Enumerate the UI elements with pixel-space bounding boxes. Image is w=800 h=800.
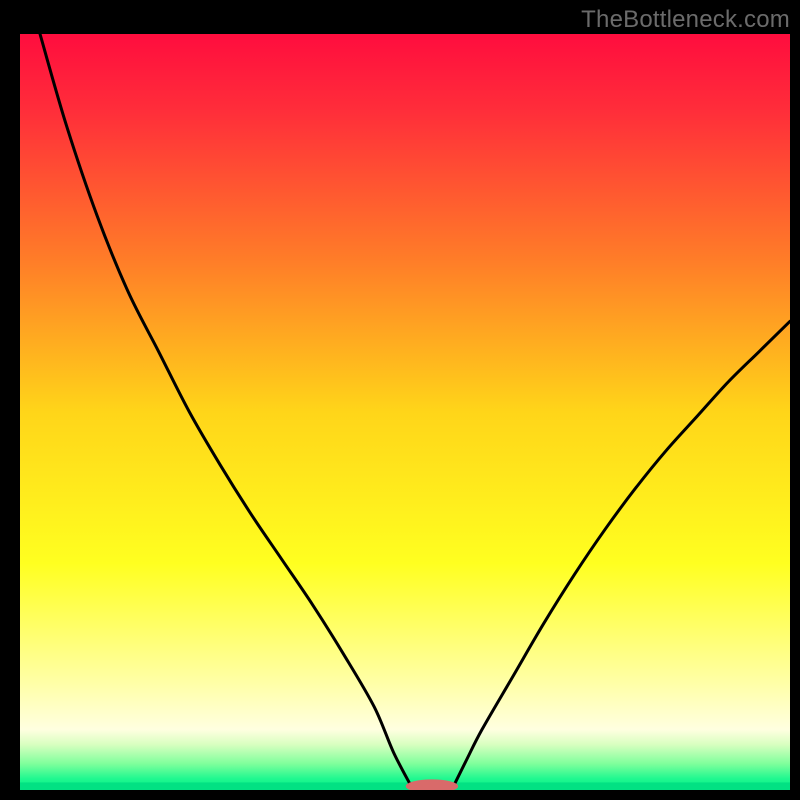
trough-marker bbox=[406, 779, 458, 793]
baseline-band bbox=[20, 782, 790, 796]
gradient-background bbox=[20, 34, 790, 790]
bottleneck-chart bbox=[0, 0, 800, 800]
chart-frame: TheBottleneck.com bbox=[0, 0, 800, 800]
watermark-text: TheBottleneck.com bbox=[581, 6, 790, 34]
